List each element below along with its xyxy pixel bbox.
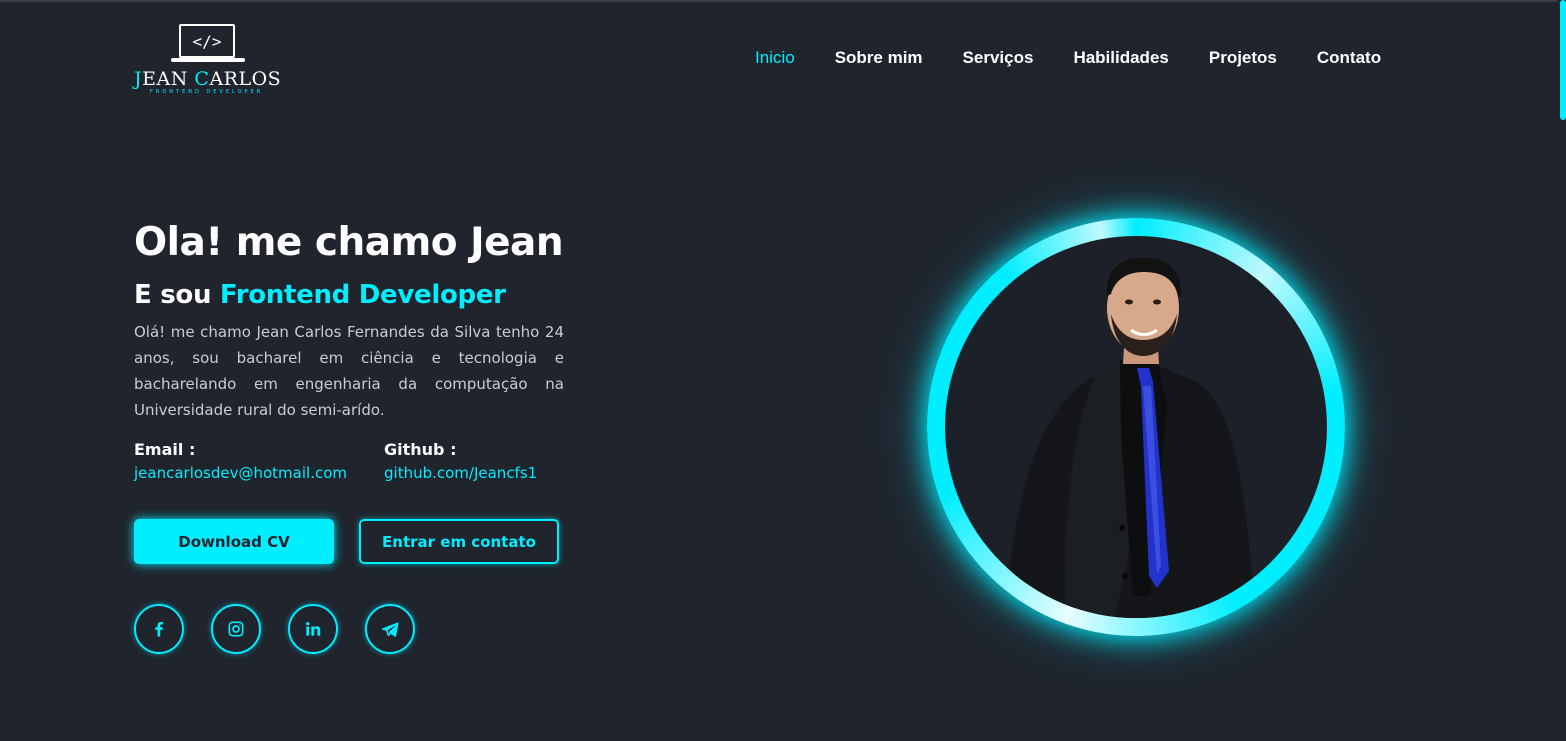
logo-name-first-rest: EAN: [142, 68, 195, 90]
email-info: Email : jeancarlosdev@hotmail.com: [134, 438, 347, 482]
main-nav: Inicio Sobre mim Serviços Habilidades Pr…: [755, 48, 1381, 72]
top-border: [0, 0, 1566, 2]
laptop-base: [171, 58, 245, 62]
linkedin-link[interactable]: [288, 604, 338, 654]
page-scrollbar[interactable]: [1558, 0, 1566, 741]
telegram-icon: [381, 622, 399, 637]
logo-name-initial-first: J: [134, 68, 143, 90]
telegram-link[interactable]: [365, 604, 415, 654]
logo-name-last-rest: ARLOS: [209, 68, 282, 90]
download-cv-button[interactable]: Download CV: [134, 519, 334, 564]
hero-subtitle: E sou Frontend Developer: [134, 280, 506, 310]
github-link[interactable]: github.com/Jeancfs1: [384, 464, 537, 482]
github-label: Github :: [384, 440, 457, 459]
hero-subtitle-prefix: E sou: [134, 280, 220, 310]
nav-item-contato[interactable]: Contato: [1317, 48, 1381, 72]
social-links: [134, 604, 415, 654]
hero-description: Olá! me chamo Jean Carlos Fernandes da S…: [134, 323, 564, 419]
nav-item-sobre-mim[interactable]: Sobre mim: [835, 48, 923, 72]
profile-photo: [945, 236, 1327, 618]
contact-button[interactable]: Entrar em contato: [359, 519, 559, 564]
nav-item-servicos[interactable]: Serviços: [963, 48, 1034, 72]
facebook-icon: [155, 622, 163, 637]
code-glyph: </>: [179, 24, 235, 58]
email-link[interactable]: jeancarlosdev@hotmail.com: [134, 464, 347, 482]
github-info: Github : github.com/Jeancfs1: [384, 438, 537, 482]
nav-item-inicio[interactable]: Inicio: [755, 48, 795, 72]
site-logo[interactable]: </> JEAN CARLOS FRONTEND DEVELOPER: [134, 22, 286, 98]
logo-name-initial-last: C: [194, 68, 210, 90]
nav-item-habilidades[interactable]: Habilidades: [1073, 48, 1168, 72]
logo-name: JEAN CARLOS: [134, 68, 286, 90]
hero-subtitle-role: Frontend Developer: [219, 280, 506, 310]
profile-person-illustration: [1005, 257, 1255, 618]
laptop-icon: </>: [171, 22, 245, 62]
logo-tagline: FRONTEND DEVELOPER: [150, 89, 264, 95]
email-label: Email :: [134, 440, 196, 459]
nav-item-projetos[interactable]: Projetos: [1209, 48, 1277, 72]
instagram-link[interactable]: [211, 604, 261, 654]
linkedin-icon: [306, 622, 321, 636]
instagram-icon: [228, 621, 244, 637]
facebook-link[interactable]: [134, 604, 184, 654]
profile-photo-ring: [927, 218, 1345, 636]
hero-title: Ola! me chamo Jean: [134, 220, 564, 265]
scrollbar-thumb[interactable]: [1560, 0, 1566, 120]
